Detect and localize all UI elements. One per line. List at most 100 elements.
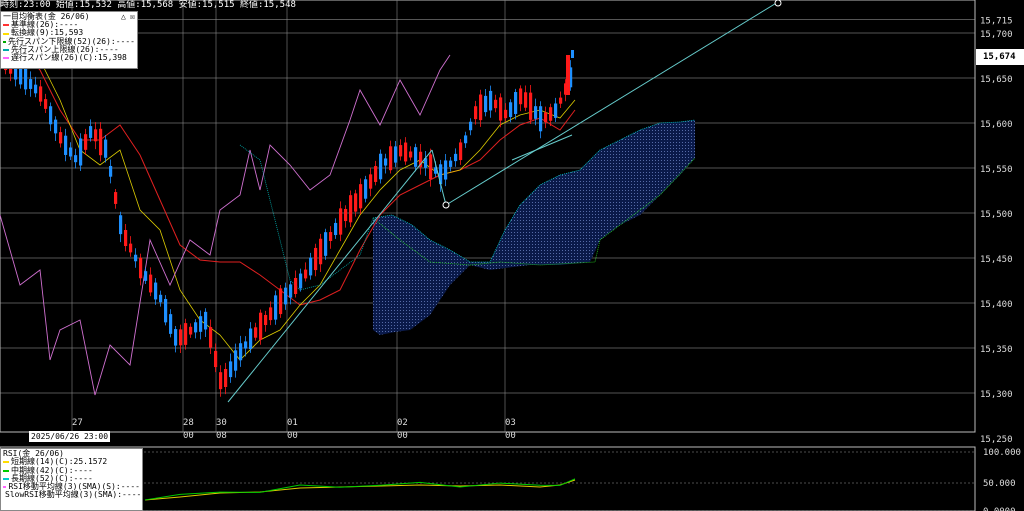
candle-body [264,314,268,326]
candle-body [64,135,68,155]
candle-body [274,295,278,320]
time-axis-day: 30 [216,418,227,428]
trendline-channel [511,134,573,161]
time-axis-time: 08 [216,431,227,441]
candle-body [289,284,293,298]
candle-body [89,126,93,138]
span-a-left [239,144,374,291]
candle-body [294,277,298,295]
candle-body [379,153,383,180]
candle-body [444,160,448,180]
time-axis-day: 01 [287,418,298,428]
candle-body [74,155,78,163]
candle-body [204,311,208,330]
candle-body [549,107,553,121]
candle-body [209,327,213,348]
candle-body [489,90,493,111]
candle-body [414,147,418,167]
time-axis-day: 27 [72,418,83,428]
candle-body [429,154,433,180]
price-axis-label: 15,450 [980,255,1013,265]
time-axis-day: 02 [397,418,408,428]
candle-body [354,193,358,212]
time-axis-time: 00 [183,431,194,441]
candle-body [119,215,123,235]
candle-body [409,151,413,158]
candle-body [244,341,248,349]
candle-body [114,192,118,204]
price-axis: 15,715 15,700 15,650 15,600 15,550 15,500 15,4… [980,17,1013,446]
rsi-axis-label: 50.000 [983,479,1016,489]
candle-body [499,97,503,121]
candle-body [144,271,148,281]
candle-body [159,294,163,303]
candle-body [524,92,528,108]
triangle-up-icon[interactable]: △ [121,12,126,21]
candle-body [39,86,43,102]
current-price-tag: 15,674 [976,49,1024,65]
candle-body [279,288,283,315]
candle-body [324,232,328,256]
candle-body [54,119,58,134]
candle-body [154,282,158,300]
price-axis-label: 15,550 [980,165,1013,175]
candle-body [469,121,473,131]
candle-body [174,329,178,346]
candle-body [199,316,203,332]
candle-body [109,165,113,177]
candle-body [509,102,513,118]
candle-body [359,184,363,209]
candle-body [519,88,523,105]
candle-body [319,238,323,265]
candle-body [234,350,238,371]
candle-body [239,343,243,361]
price-axis-label: 15,715 [980,17,1013,27]
price-axis-label: 15,350 [980,345,1013,355]
trendlines [227,0,782,403]
candle-body [529,92,533,120]
rsi-axis-label: 100.000 [983,448,1021,458]
candle-body [219,372,223,390]
candle-body [344,208,348,222]
candle-body [399,145,403,157]
candle-body [169,314,173,334]
candle-body [59,132,63,144]
candle-body [449,160,453,167]
candle-body [389,146,393,171]
price-chart[interactable]: 15,715 15,700 15,650 15,600 15,550 15,500 15,4… [0,0,1024,511]
candle-body [494,99,498,109]
time-axis-day: 28 [183,418,194,428]
ichimoku-legend[interactable]: △ ☒ 一目均衡表(金 26/06) 基準線(26):---- 転換線(9):1… [0,11,138,69]
rsi-panel: 100.000 50.000 0.0000 [0,446,1021,511]
candle-body [69,147,73,157]
close-icon[interactable]: ☒ [130,12,135,21]
candle-body [404,142,408,162]
candle-body [214,350,218,368]
candle-body [134,254,138,262]
rsi-axis-label: 0.0000 [983,507,1016,511]
candle-body [129,243,133,253]
rsi-frame [0,446,976,511]
candle-body [284,287,288,305]
candle-body [259,312,263,340]
time-axis-time: 00 [287,431,298,441]
rsi-mid-line [144,478,576,501]
candle-body [149,274,153,293]
rsi-legend[interactable]: RSI(金 26/06) 短期線(14)(C):25.1572 中期線(42)(… [0,448,143,511]
candle-body [539,106,543,132]
price-axis-label: 15,300 [980,390,1013,400]
candle-body [484,95,488,113]
candle-body [79,138,83,166]
candle-body [309,257,313,276]
candle-body [189,326,193,335]
candle-body [464,135,468,144]
price-axis-label: 15,650 [980,75,1013,85]
candle-body [124,229,128,247]
candle-body [474,106,478,120]
candle-body [571,50,574,58]
candle-body [544,112,548,123]
candle-body [49,106,53,125]
price-axis-label: 15,400 [980,300,1013,310]
candle-body [374,166,378,182]
price-axis-label: 15,600 [980,120,1013,130]
